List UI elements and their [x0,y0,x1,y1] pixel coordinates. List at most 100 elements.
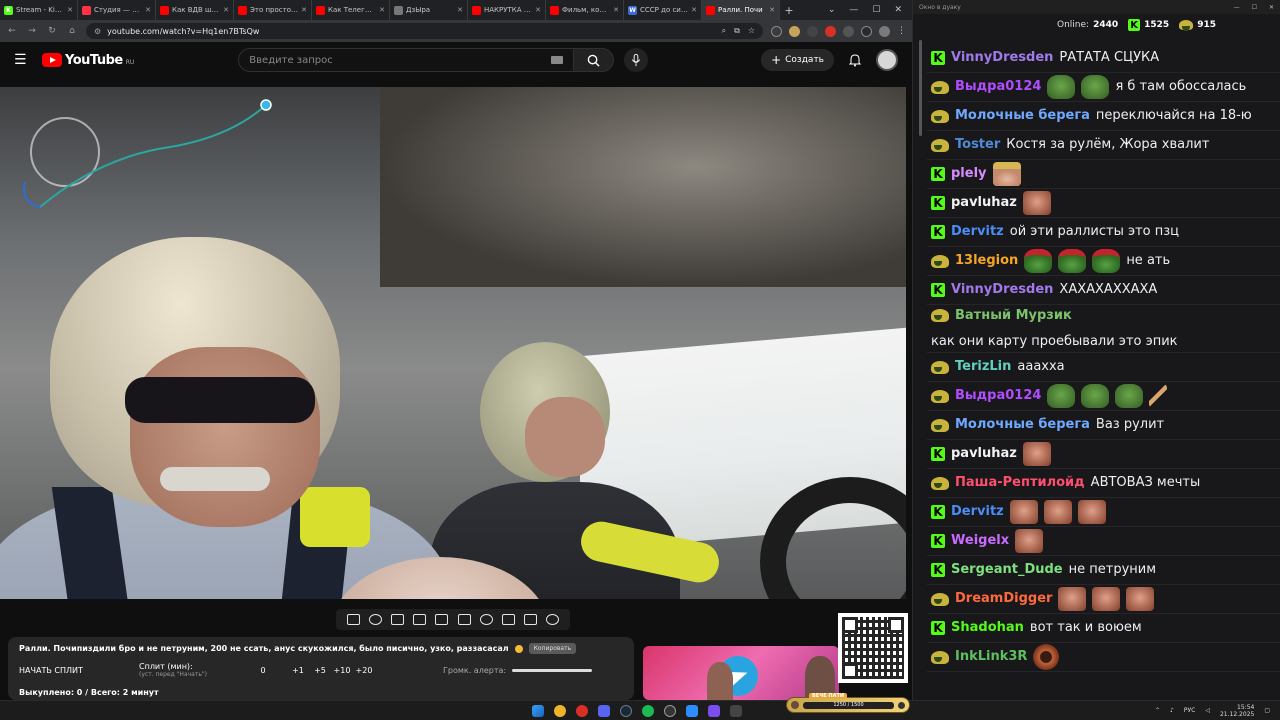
close-tab-icon[interactable]: ✕ [379,6,385,14]
app-icon[interactable] [708,704,720,717]
chat-username[interactable]: pavluhaz [951,194,1017,212]
chat-username[interactable]: Выдра0124 [955,387,1041,405]
watch-later-icon[interactable] [390,614,404,625]
close-tab-icon[interactable]: ✕ [145,6,151,14]
chat-username[interactable]: TerizLin [955,358,1011,376]
start-split-button[interactable]: НАЧАТЬ СПЛИТ [19,666,139,675]
chat-username[interactable]: Dervitz [951,503,1004,521]
voice-search-button[interactable] [624,48,649,72]
browser-tab[interactable]: Ралли. Почи ✕ [702,0,780,20]
extension-icon[interactable] [843,25,854,37]
url-field[interactable]: ⚙ youtube.com/watch?v=Hq1en7BTsQw ⌕ ⧉ ☆ [86,23,763,39]
chat-username[interactable]: DreamDigger [955,590,1052,608]
create-button[interactable]: + Создать [761,49,834,71]
close-tab-icon[interactable]: ✕ [223,6,229,14]
loop-icon[interactable] [346,614,360,625]
browser-tab[interactable]: Как Телеграм м✕ [312,0,390,20]
split-value[interactable]: 0 [239,666,287,675]
zoom-icon[interactable]: ⌕ [722,26,726,36]
copy-button[interactable]: Копировать [528,643,577,654]
minimize-button[interactable]: — [1234,4,1240,11]
app-icon[interactable] [730,704,742,717]
alert-volume-slider[interactable] [512,669,593,673]
browser-tab[interactable]: KStream - Kick D✕ [0,0,78,20]
picture-in-picture-icon[interactable] [435,614,449,625]
chrome-icon[interactable] [554,704,566,717]
extension-icon[interactable] [825,25,836,37]
chat-username[interactable]: VinnyDresden [951,49,1053,67]
search-button[interactable] [574,48,615,72]
yandex-icon[interactable] [576,704,588,717]
hamburger-menu-icon[interactable]: ☰ [14,52,30,68]
language-indicator[interactable]: РУС [1184,707,1195,714]
extension-icon[interactable] [771,25,782,37]
app-icon[interactable] [686,704,698,717]
keyboard-icon[interactable] [551,56,564,64]
chat-username[interactable]: pavluhaz [951,445,1017,463]
screenshot-icon[interactable] [524,614,538,625]
install-icon[interactable]: ⧉ [734,26,740,36]
browser-tab[interactable]: Фильм, которы✕ [546,0,624,20]
profile-icon[interactable] [879,25,890,37]
browser-tab[interactable]: ДзЫра ✕ [390,0,468,20]
chat-username[interactable]: Молочные берега [955,107,1090,125]
chat-username[interactable]: Toster [955,136,1000,154]
notification-tray-icon[interactable]: ▢ [1264,707,1270,714]
extension-icon[interactable] [807,25,818,37]
chat-username[interactable]: Паша-Рептилойд [955,474,1085,492]
close-tab-icon[interactable]: ✕ [301,6,307,14]
browser-tab[interactable]: Это просто пра✕ [234,0,312,20]
video-player[interactable] [0,87,906,599]
chat-username[interactable]: Dervitz [951,223,1004,241]
chat-username[interactable]: 13legion [955,252,1018,270]
chat-username[interactable]: Shadohan [951,619,1024,637]
increment-button[interactable]: +5 [309,666,331,675]
steam-icon[interactable] [620,704,632,717]
increment-button[interactable]: +1 [287,666,309,675]
browser-tab[interactable]: Студия — VK В✕ [78,0,156,20]
tray-expand-icon[interactable]: ⌃ [1155,707,1160,714]
chat-username[interactable]: Молочные берега [955,416,1090,434]
clock[interactable]: 15:54 21.12.2025 [1220,704,1254,718]
cinema-icon[interactable] [413,614,427,625]
increment-button[interactable]: +20 [353,666,375,675]
telegram-promo-banner[interactable] [643,646,839,700]
close-tab-icon[interactable]: ✕ [769,6,775,14]
maximize-button[interactable]: ☐ [1252,4,1257,11]
chat-username[interactable]: Weigelx [951,532,1009,550]
discord-icon[interactable] [598,704,610,717]
close-tab-icon[interactable]: ✕ [67,6,73,14]
new-tab-button[interactable]: + [780,4,798,17]
browser-tab[interactable]: НАКРУТКА УБИ✕ [468,0,546,20]
close-tab-icon[interactable]: ✕ [691,6,697,14]
volume-tray-icon[interactable]: ◁ [1205,707,1210,714]
star-icon[interactable]: ☆ [748,26,755,36]
chat-username[interactable]: plely [951,165,987,183]
chat-username[interactable]: Sergeant_Dude [951,561,1063,579]
chat-username[interactable]: Ватный Мурзик [955,306,1072,325]
menu-icon[interactable]: ⋮ [897,26,906,36]
dropdown-icon[interactable]: ⌄ [828,5,836,15]
extension-icon[interactable] [789,25,800,37]
browser-tab[interactable]: W СССР до сих п ✕ [624,0,702,20]
reload-icon[interactable]: ↻ [46,26,58,36]
search-input[interactable]: Введите запрос [238,48,575,72]
close-tab-icon[interactable]: ✕ [457,6,463,14]
browser-tab[interactable]: Как ВДВ штурм✕ [156,0,234,20]
close-window-button[interactable]: ✕ [894,5,902,15]
settings-gear-icon[interactable] [546,614,560,625]
maximize-button[interactable]: ☐ [872,5,880,15]
home-icon[interactable]: ⌂ [66,26,78,36]
chat-username[interactable]: InkLink3R [955,648,1027,666]
account-avatar[interactable] [876,49,898,71]
start-icon[interactable] [532,704,544,717]
notifications-button[interactable] [846,53,864,67]
subtitles-icon[interactable] [457,614,471,625]
obs-icon[interactable] [664,704,676,717]
chat-username[interactable]: Выдра0124 [955,78,1041,96]
mic-tray-icon[interactable]: ♪ [1170,707,1174,714]
add-screen-icon[interactable] [501,614,515,625]
close-tab-icon[interactable]: ✕ [535,6,541,14]
forward-icon[interactable]: → [26,26,38,36]
chat-username[interactable]: VinnyDresden [951,281,1053,299]
